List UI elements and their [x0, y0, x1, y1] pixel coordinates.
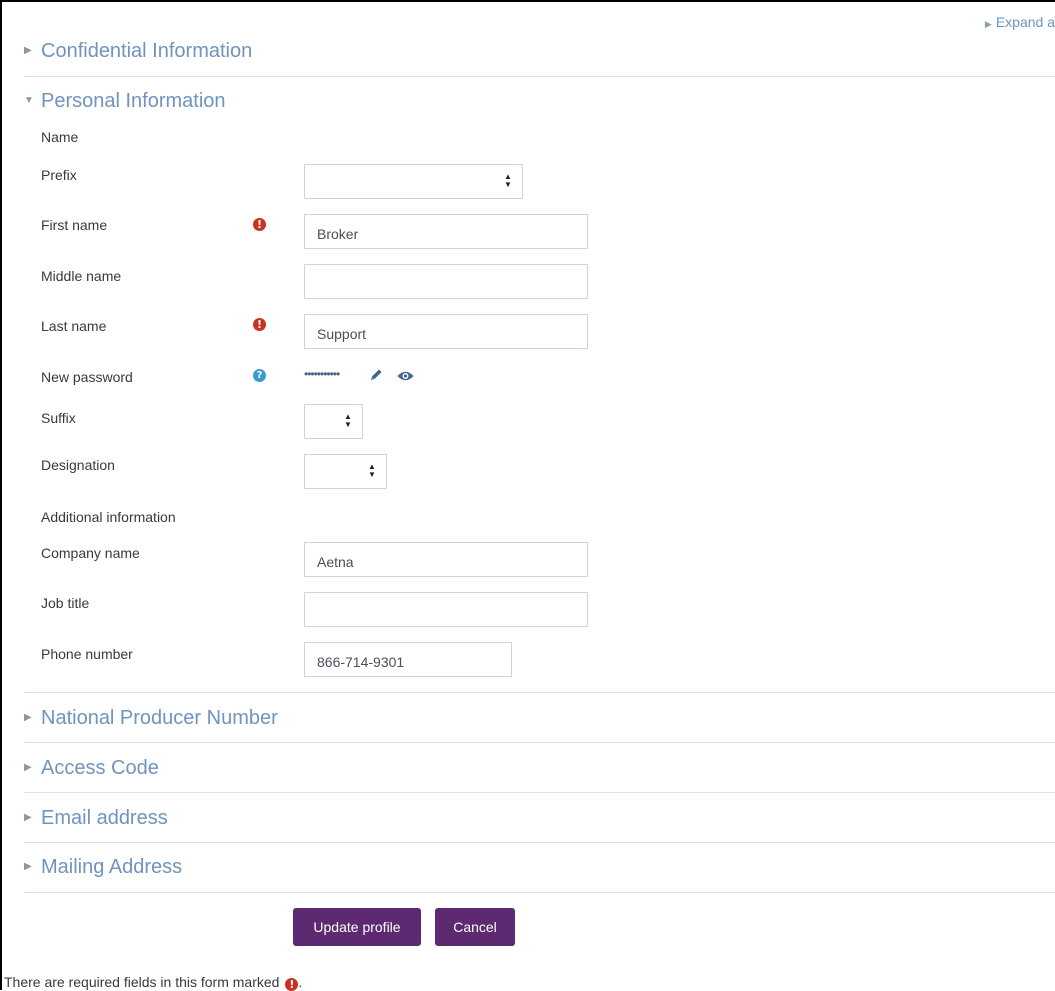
first-name-input[interactable]	[304, 214, 588, 249]
divider	[24, 742, 1055, 743]
prefix-select[interactable]: ▲ ▼	[304, 164, 523, 199]
section-confidential[interactable]: ▶ Confidential Information	[24, 40, 252, 63]
required-icon: !	[253, 218, 266, 231]
first-name-label: First name	[41, 217, 108, 233]
last-name-label: Last name	[41, 318, 107, 334]
designation-select[interactable]: ▲ ▼	[304, 454, 387, 489]
caret-right-icon: ▶	[24, 712, 32, 723]
designation-label: Designation	[41, 457, 115, 473]
caret-down-icon: ▼	[24, 95, 34, 106]
suffix-select[interactable]: ▲ ▼	[304, 404, 363, 439]
company-name-label: Company name	[41, 545, 140, 561]
required-icon: !	[253, 318, 266, 331]
phone-number-label: Phone number	[41, 646, 133, 662]
suffix-label: Suffix	[41, 410, 76, 426]
section-national-producer-number[interactable]: ▶ National Producer Number	[24, 707, 278, 730]
password-mask: •••••••••••	[304, 367, 340, 381]
caret-right-icon: ▶	[24, 45, 32, 56]
divider	[24, 692, 1055, 693]
required-fields-note: There are required fields in this form m…	[4, 974, 303, 991]
middle-name-label: Middle name	[41, 268, 122, 284]
middle-name-input[interactable]	[304, 264, 588, 299]
divider	[24, 792, 1055, 793]
additional-group-title: Additional information	[41, 509, 176, 525]
new-password-label: New password	[41, 369, 133, 385]
caret-right-icon: ▶	[984, 19, 992, 29]
company-name-input[interactable]	[304, 542, 588, 577]
section-mailing-address[interactable]: ▶ Mailing Address	[24, 856, 182, 879]
update-profile-button[interactable]: Update profile	[293, 908, 421, 946]
name-group-title: Name	[41, 129, 79, 145]
section-email-address[interactable]: ▶ Email address	[24, 807, 168, 830]
expand-all-link[interactable]: ▶ Expand a	[985, 14, 1055, 30]
select-arrows-icon: ▲ ▼	[344, 412, 352, 429]
caret-right-icon: ▶	[24, 762, 32, 773]
pencil-icon[interactable]	[368, 367, 384, 383]
caret-right-icon: ▶	[24, 861, 32, 872]
prefix-label: Prefix	[41, 167, 77, 183]
select-arrows-icon: ▲ ▼	[504, 172, 512, 189]
required-icon: !	[285, 978, 299, 991]
job-title-label: Job title	[41, 595, 90, 611]
divider	[24, 892, 1055, 893]
section-personal[interactable]: ▼ Personal Information	[24, 90, 226, 113]
cancel-button[interactable]: Cancel	[435, 908, 515, 946]
caret-right-icon: ▶	[24, 812, 32, 823]
divider	[24, 76, 1055, 77]
divider	[24, 842, 1055, 843]
job-title-input[interactable]	[304, 592, 588, 627]
select-arrows-icon: ▲ ▼	[368, 462, 376, 479]
last-name-input[interactable]	[304, 314, 588, 349]
section-access-code[interactable]: ▶ Access Code	[24, 757, 159, 780]
phone-number-input[interactable]	[304, 642, 512, 677]
eye-icon[interactable]	[397, 370, 414, 382]
help-icon[interactable]: ?	[253, 369, 266, 382]
